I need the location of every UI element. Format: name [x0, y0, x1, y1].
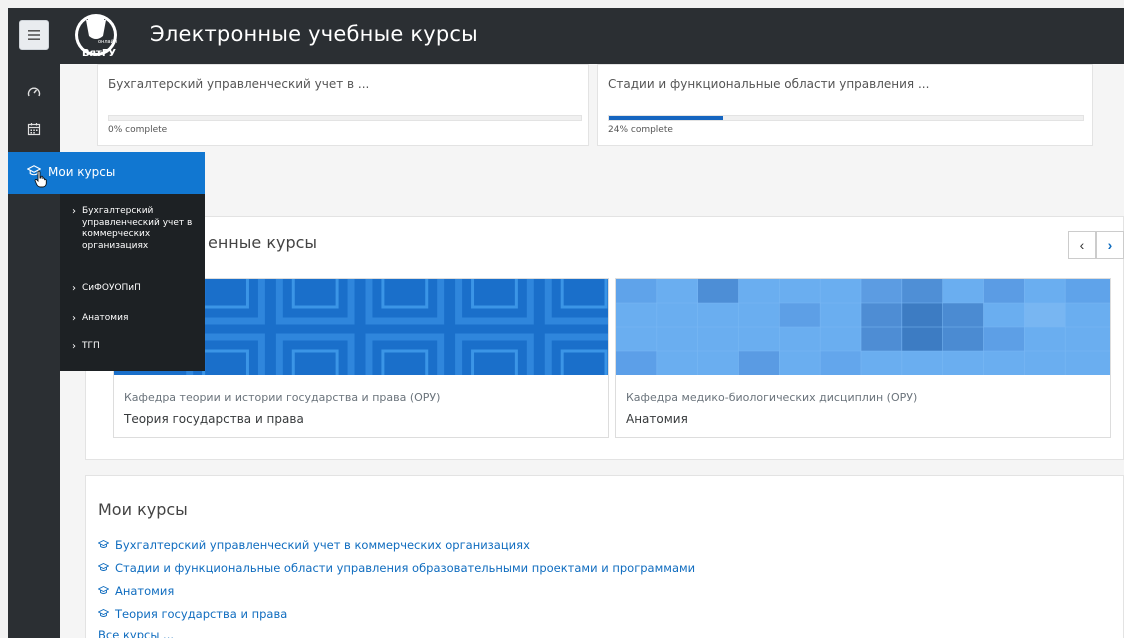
progress-course-card[interactable]: Бухгалтерский управленческий учет в ... …	[97, 64, 589, 146]
chevron-right-icon: ›	[72, 283, 76, 294]
carousel-prev-button[interactable]: ‹	[1068, 231, 1096, 259]
progress-bar-fill	[609, 116, 723, 120]
flyout-course-item[interactable]: › Анатомия	[72, 313, 128, 325]
course-category: Кафедра теории и истории государства и п…	[124, 391, 441, 404]
my-courses-nav-item[interactable]: Мои курсы	[8, 152, 205, 194]
progress-text: 24% complete	[608, 125, 673, 135]
my-courses-flyout-menu: › Бухгалтерский управленческий учет в ко…	[60, 194, 205, 371]
chevron-right-icon: ›	[72, 206, 76, 217]
course-name[interactable]: Анатомия	[626, 412, 688, 426]
my-course-link-label[interactable]: Теория государства и права	[115, 607, 287, 621]
my-course-link-label[interactable]: Стадии и функциональные области управлен…	[115, 561, 695, 575]
my-course-link[interactable]: Теория государства и права	[98, 602, 695, 625]
course-card[interactable]: Кафедра медико-биологических дисциплин (…	[615, 278, 1111, 438]
my-course-link-label[interactable]: Бухгалтерский управленческий учет в комм…	[115, 538, 530, 552]
carousel-nav: ‹ ›	[1068, 231, 1124, 259]
all-courses-link[interactable]: Все курсы ...	[98, 628, 174, 638]
logo-text: ВятГУ	[82, 48, 116, 59]
chevron-right-icon: ›	[72, 341, 76, 352]
hand-pointer-cursor-icon	[34, 170, 47, 188]
flyout-course-item[interactable]: › ТГП	[72, 341, 100, 353]
flyout-course-item[interactable]: › СиФОУОПиП	[72, 283, 141, 295]
starred-courses-title: енные курсы	[208, 233, 318, 252]
my-courses-block: Мои курсы Бухгалтерский управленческий у…	[85, 475, 1124, 638]
progress-bar	[608, 115, 1084, 121]
my-course-link[interactable]: Стадии и функциональные области управлен…	[98, 556, 695, 579]
my-course-link[interactable]: Анатомия	[98, 579, 695, 602]
top-navbar: онлайн ВятГУ Электронные учебные курсы	[8, 8, 1124, 64]
chevron-right-icon: ›	[72, 313, 76, 324]
progress-course-title[interactable]: Стадии и функциональные области управлен…	[608, 77, 929, 91]
course-name[interactable]: Теория государства и права	[124, 412, 304, 426]
carousel-next-button[interactable]: ›	[1096, 231, 1124, 259]
menu-toggle-button[interactable]	[19, 20, 49, 50]
progress-course-title[interactable]: Бухгалтерский управленческий учет в ...	[108, 77, 369, 91]
hamburger-icon	[28, 30, 40, 40]
calendar-icon	[27, 123, 41, 136]
flyout-course-item[interactable]: › Бухгалтерский управленческий учет в ко…	[72, 206, 197, 252]
dashboard-link[interactable]	[24, 82, 44, 102]
logo-subtext: онлайн	[98, 38, 117, 45]
my-course-link[interactable]: Бухгалтерский управленческий учет в комм…	[98, 533, 695, 556]
starred-courses-block: енные курсы ‹ › Кафедра теории и истории…	[85, 216, 1124, 460]
graduation-cap-icon	[98, 586, 109, 594]
flyout-course-label[interactable]: ТГП	[72, 341, 100, 353]
progress-bar	[108, 115, 582, 121]
my-courses-title: Мои курсы	[98, 500, 188, 519]
left-rail	[8, 64, 60, 638]
progress-text: 0% complete	[108, 125, 168, 135]
graduation-cap-icon	[98, 540, 109, 548]
main-region: Бухгалтерский управленческий учет в ... …	[60, 64, 1124, 638]
course-image	[616, 279, 1110, 375]
progress-course-card[interactable]: Стадии и функциональные области управлен…	[597, 64, 1093, 146]
graduation-cap-icon	[98, 609, 109, 617]
my-courses-list: Бухгалтерский управленческий учет в комм…	[98, 533, 695, 625]
dashboard-gauge-icon	[27, 87, 41, 97]
site-title[interactable]: Электронные учебные курсы	[150, 22, 478, 46]
my-course-link-label[interactable]: Анатомия	[115, 584, 174, 598]
graduation-cap-icon	[98, 563, 109, 571]
calendar-link[interactable]	[24, 119, 44, 139]
flyout-course-label[interactable]: Бухгалтерский управленческий учет в комм…	[72, 206, 197, 252]
course-category: Кафедра медико-биологических дисциплин (…	[626, 391, 918, 404]
site-logo[interactable]: онлайн ВятГУ	[72, 12, 124, 62]
flyout-course-label[interactable]: СиФОУОПиП	[72, 283, 141, 295]
flyout-course-label[interactable]: Анатомия	[72, 313, 128, 325]
my-courses-nav-label[interactable]: Мои курсы	[48, 165, 115, 179]
